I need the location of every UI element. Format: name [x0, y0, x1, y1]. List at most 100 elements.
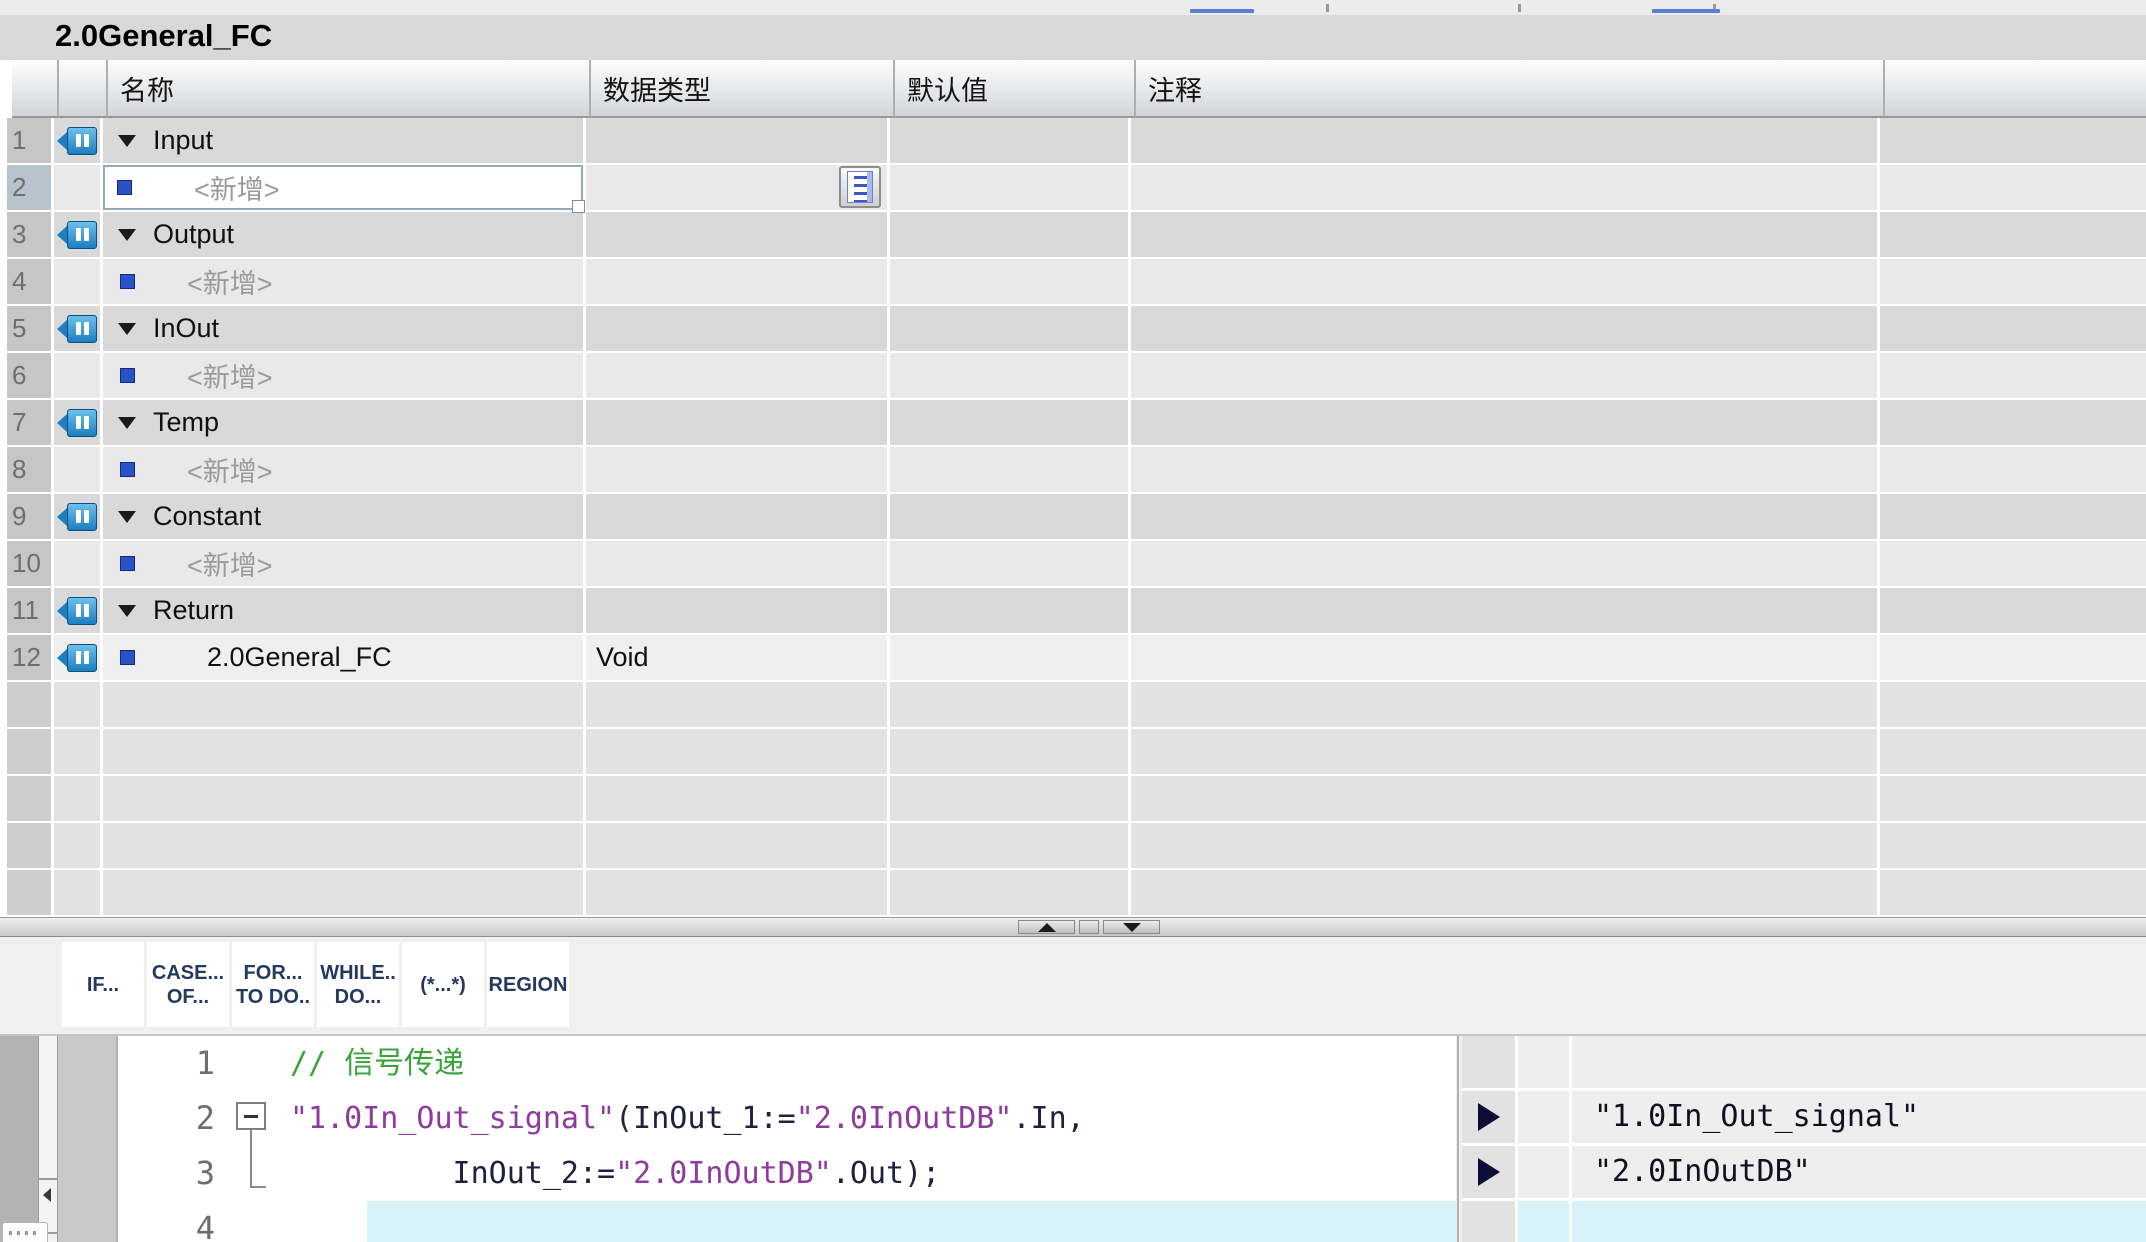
- code-area[interactable]: 1 // 信号传递 2 "1.0In_Out_signal"(InOut_1:=…: [118, 1036, 1456, 1242]
- default-value-cell[interactable]: [890, 635, 1131, 682]
- collapse-triangle-icon[interactable]: [118, 605, 136, 617]
- pane-splitter[interactable]: [0, 917, 2146, 937]
- comment-cell[interactable]: [1131, 823, 1880, 870]
- default-value-cell[interactable]: [890, 823, 1131, 870]
- default-value-cell[interactable]: [890, 494, 1131, 541]
- splitter-collapse-up-button[interactable]: [1018, 920, 1075, 934]
- table-row[interactable]: 3 Output: [0, 212, 2146, 259]
- table-row[interactable]: 5 InOut: [0, 306, 2146, 353]
- fold-collapse-icon[interactable]: [236, 1102, 266, 1130]
- name-cell[interactable]: Input: [103, 118, 586, 165]
- datatype-cell[interactable]: [586, 776, 890, 823]
- default-value-cell[interactable]: [890, 259, 1131, 306]
- collapse-triangle-icon[interactable]: [118, 229, 136, 241]
- snippet-button[interactable]: WHILE.. DO...: [317, 942, 399, 1027]
- datatype-cell[interactable]: [586, 729, 890, 776]
- collapse-triangle-icon[interactable]: [118, 417, 136, 429]
- header-datatype[interactable]: 数据类型: [591, 60, 895, 118]
- comment-cell[interactable]: [1131, 588, 1880, 635]
- datatype-cell[interactable]: [586, 259, 890, 306]
- name-cell[interactable]: [103, 682, 586, 729]
- snippet-button[interactable]: REGION: [487, 942, 569, 1027]
- table-row[interactable]: 11 Return: [0, 588, 2146, 635]
- default-value-cell[interactable]: [890, 400, 1131, 447]
- table-row[interactable]: [0, 776, 2146, 823]
- collapse-triangle-icon[interactable]: [118, 135, 136, 147]
- name-cell[interactable]: Return: [103, 588, 586, 635]
- splitter-grip[interactable]: [1079, 920, 1099, 934]
- collapse-left-icon[interactable]: [43, 1188, 51, 1202]
- cell-resize-handle[interactable]: [572, 200, 585, 213]
- datatype-cell[interactable]: [586, 118, 890, 165]
- default-value-cell[interactable]: [890, 729, 1131, 776]
- table-row[interactable]: 1 Input: [0, 118, 2146, 165]
- reference-text[interactable]: "2.0InOutDB": [1572, 1146, 2146, 1201]
- datatype-picker-button[interactable]: [839, 166, 881, 208]
- arrow-cell[interactable]: [1462, 1036, 1518, 1091]
- snippet-button[interactable]: (*...*): [402, 942, 484, 1027]
- default-value-cell[interactable]: [890, 447, 1131, 494]
- name-cell[interactable]: <新增>: [103, 447, 586, 494]
- comment-cell[interactable]: [1131, 776, 1880, 823]
- datatype-cell[interactable]: [586, 400, 890, 447]
- comment-cell[interactable]: [1131, 400, 1880, 447]
- table-row[interactable]: 7 Temp: [0, 400, 2146, 447]
- datatype-cell[interactable]: [586, 353, 890, 400]
- comment-cell[interactable]: [1131, 212, 1880, 259]
- table-row[interactable]: [0, 682, 2146, 729]
- datatype-cell[interactable]: Void: [586, 635, 890, 682]
- name-cell[interactable]: <新增>: [103, 165, 586, 212]
- datatype-cell[interactable]: [586, 306, 890, 353]
- table-row[interactable]: [0, 870, 2146, 917]
- name-cell[interactable]: [103, 870, 586, 917]
- table-row[interactable]: 12 2.0General_FC Void: [0, 635, 2146, 682]
- name-cell[interactable]: [103, 729, 586, 776]
- datatype-cell[interactable]: [586, 823, 890, 870]
- comment-cell[interactable]: [1131, 353, 1880, 400]
- datatype-cell[interactable]: [586, 165, 890, 212]
- table-row[interactable]: 10 <新增>: [0, 541, 2146, 588]
- splitter-collapse-down-button[interactable]: [1103, 920, 1160, 934]
- datatype-cell[interactable]: [586, 541, 890, 588]
- comment-cell[interactable]: [1131, 682, 1880, 729]
- datatype-cell[interactable]: [586, 212, 890, 259]
- table-row[interactable]: [0, 729, 2146, 776]
- snippet-button[interactable]: IF...: [62, 942, 144, 1027]
- name-cell[interactable]: <新增>: [103, 259, 586, 306]
- datatype-cell[interactable]: [586, 447, 890, 494]
- header-name[interactable]: 名称: [108, 60, 591, 118]
- snippet-button[interactable]: CASE... OF...: [147, 942, 229, 1027]
- name-cell[interactable]: Temp: [103, 400, 586, 447]
- comment-cell[interactable]: [1131, 494, 1880, 541]
- table-row[interactable]: 4 <新增>: [0, 259, 2146, 306]
- code-line[interactable]: 3 InOut_2:="2.0InOutDB".Out);: [118, 1146, 1456, 1201]
- name-cell[interactable]: Output: [103, 212, 586, 259]
- default-value-cell[interactable]: [890, 588, 1131, 635]
- reference-text[interactable]: [1572, 1201, 2146, 1242]
- name-cell[interactable]: 2.0General_FC: [103, 635, 586, 682]
- datatype-cell[interactable]: [586, 870, 890, 917]
- table-row[interactable]: 8 <新增>: [0, 447, 2146, 494]
- default-value-cell[interactable]: [890, 212, 1131, 259]
- comment-cell[interactable]: [1131, 118, 1880, 165]
- default-value-cell[interactable]: [890, 118, 1131, 165]
- reference-text[interactable]: [1572, 1036, 2146, 1091]
- code-line[interactable]: 1 // 信号传递: [118, 1036, 1456, 1091]
- code-line[interactable]: 4: [118, 1201, 1456, 1242]
- name-cell[interactable]: InOut: [103, 306, 586, 353]
- header-comment[interactable]: 注释: [1136, 60, 1885, 118]
- comment-cell[interactable]: [1131, 447, 1880, 494]
- default-value-cell[interactable]: [890, 541, 1131, 588]
- name-cell[interactable]: [103, 776, 586, 823]
- default-value-cell[interactable]: [890, 306, 1131, 353]
- default-value-cell[interactable]: [890, 776, 1131, 823]
- default-value-cell[interactable]: [890, 870, 1131, 917]
- default-value-cell[interactable]: [890, 353, 1131, 400]
- comment-cell[interactable]: [1131, 870, 1880, 917]
- comment-cell[interactable]: [1131, 541, 1880, 588]
- collapse-triangle-icon[interactable]: [118, 323, 136, 335]
- table-row[interactable]: 6 <新增>: [0, 353, 2146, 400]
- reference-text[interactable]: "1.0In_Out_signal": [1572, 1091, 2146, 1146]
- datatype-cell[interactable]: [586, 588, 890, 635]
- default-value-cell[interactable]: [890, 682, 1131, 729]
